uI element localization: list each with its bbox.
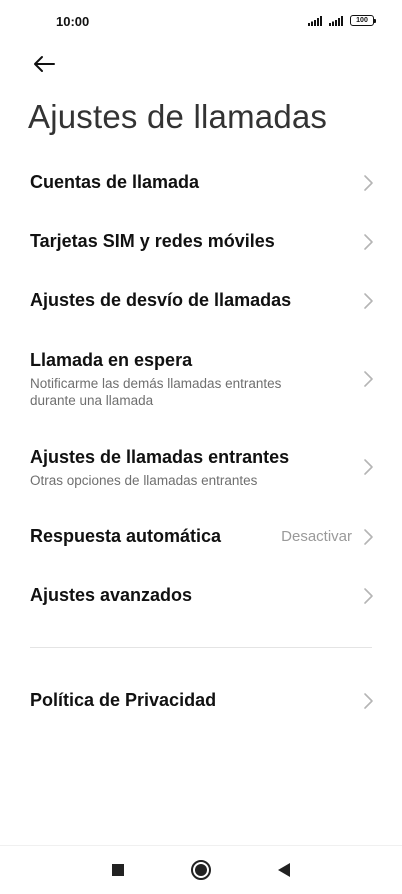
chevron-right-icon <box>364 293 373 309</box>
settings-item-title: Respuesta automática <box>30 526 222 546</box>
settings-item-incoming-calls[interactable]: Ajustes de llamadas entrantes Otras opci… <box>0 437 402 497</box>
battery-icon: 100 <box>350 15 376 26</box>
settings-item-subtitle: Otras opciones de llamadas entrantes <box>30 473 258 488</box>
page-title: Ajustes de llamadas <box>28 98 328 135</box>
chevron-right-icon <box>364 529 373 545</box>
settings-item-title: Cuentas de llamada <box>30 172 200 192</box>
status-bar: 10:00 100 <box>0 0 402 44</box>
settings-item-title: Tarjetas SIM y redes móviles <box>30 231 275 251</box>
chevron-right-icon <box>364 175 373 191</box>
status-icons: 100 <box>308 15 376 26</box>
battery-level: 100 <box>356 17 368 24</box>
recents-square-icon <box>112 864 124 876</box>
chevron-right-icon <box>364 371 373 387</box>
back-nav-button[interactable] <box>272 858 296 882</box>
settings-item-call-accounts[interactable]: Cuentas de llamada <box>0 160 402 206</box>
home-circle-icon <box>191 860 211 880</box>
back-button[interactable] <box>28 50 60 78</box>
signal-icon <box>308 15 322 26</box>
navigation-bar <box>0 845 402 894</box>
settings-item-title: Ajustes avanzados <box>30 585 193 605</box>
arrow-left-icon <box>34 56 55 72</box>
settings-item-call-forwarding[interactable]: Ajustes de desvío de llamadas <box>0 278 402 324</box>
back-triangle-icon <box>278 863 290 877</box>
settings-item-advanced[interactable]: Ajustes avanzados <box>0 573 402 619</box>
recents-button[interactable] <box>106 858 130 882</box>
home-button[interactable] <box>189 858 213 882</box>
settings-item-call-waiting[interactable]: Llamada en espera Notificarme las demás … <box>0 340 402 416</box>
chevron-right-icon <box>364 234 373 250</box>
settings-item-title: Política de Privacidad <box>30 690 217 710</box>
chevron-right-icon <box>364 693 373 709</box>
settings-item-privacy-policy[interactable]: Política de Privacidad <box>0 678 402 724</box>
status-time: 10:00 <box>56 14 90 29</box>
chevron-right-icon <box>364 459 373 475</box>
settings-item-title: Ajustes de llamadas entrantes <box>30 447 290 467</box>
auto-answer-value: Desactivar <box>281 528 352 545</box>
signal-icon <box>329 15 343 26</box>
settings-item-sim-cards[interactable]: Tarjetas SIM y redes móviles <box>0 219 402 265</box>
divider <box>30 647 372 648</box>
settings-item-title: Ajustes de desvío de llamadas <box>30 290 292 310</box>
settings-item-auto-answer[interactable]: Respuesta automática Desactivar <box>0 514 402 560</box>
chevron-right-icon <box>364 588 373 604</box>
settings-item-subtitle: Notificarme las demás llamadas entrantes… <box>30 376 282 408</box>
settings-item-title: Llamada en espera <box>30 350 193 370</box>
